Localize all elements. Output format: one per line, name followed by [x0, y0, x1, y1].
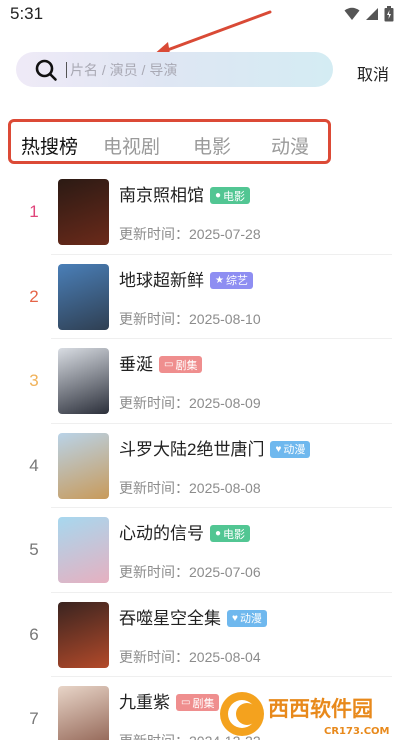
list-item[interactable]: 2 地球超新鲜 ★ 综艺 更新时间：2025-08-10: [0, 255, 416, 339]
status-icons: [344, 6, 394, 22]
list-item[interactable]: 3 垂涎 ▭ 剧集 更新时间：2025-08-09: [0, 339, 416, 424]
rank-number: 5: [29, 540, 39, 559]
category-icon: ♥: [275, 443, 282, 455]
category-badge: ♥ 动漫: [270, 440, 311, 458]
category-icon: ●: [215, 190, 222, 201]
rank-number: 1: [29, 202, 39, 221]
rank-number: 4: [29, 455, 39, 475]
rank-number: 6: [29, 624, 39, 644]
rank-number: 3: [29, 371, 39, 390]
item-title: 心动的信号 ● 电影: [119, 519, 251, 544]
battery-icon: [384, 6, 394, 22]
poster-thumbnail[interactable]: [58, 601, 109, 668]
status-time: 5:31: [10, 4, 44, 23]
list-item[interactable]: 6 吞噬星空全集 ♥ 动漫 更新时间：2025-08-04: [0, 593, 416, 677]
category-badge: ● 电影: [210, 187, 251, 204]
update-time: 更新时间：2025-07-28: [119, 226, 261, 242]
category-badge: ▭ 剧集: [159, 356, 203, 373]
category-badge: ▭ 剧集: [176, 694, 220, 711]
category-icon: ▭: [164, 359, 174, 370]
watermark-brand: 西西软件园: [268, 697, 373, 721]
poster-thumbnail[interactable]: [58, 432, 109, 499]
poster-thumbnail[interactable]: [58, 517, 109, 583]
rank-number: 7: [29, 709, 39, 728]
tab-tv-series[interactable]: 电视剧: [103, 132, 160, 159]
watermark-logo: 西西软件园 CR173.COM: [220, 692, 390, 737]
list-item[interactable]: 4 斗罗大陆2绝世唐门 ♥ 动漫 更新时间：2025-08-08: [0, 424, 416, 508]
list-item[interactable]: 1 南京照相馆 ● 电影 更新时间：2025-07-28: [0, 170, 416, 255]
watermark-url: CR173.COM: [324, 726, 390, 737]
update-time: 更新时间：2025-08-04: [119, 648, 261, 665]
category-icon: ▭: [181, 697, 191, 708]
list-item[interactable]: 5 心动的信号 ● 电影 更新时间：2025-07-06: [0, 508, 416, 593]
wifi-icon: [344, 7, 360, 20]
update-time: 更新时间：2025-07-06: [119, 564, 261, 580]
search-input[interactable]: [66, 61, 296, 78]
category-badge: ♥ 动漫: [227, 609, 267, 627]
category-icon: ●: [215, 528, 222, 539]
rank-number: 2: [29, 286, 39, 306]
item-title: 垂涎 ▭ 剧集: [119, 350, 203, 375]
poster-thumbnail[interactable]: [58, 179, 109, 245]
item-title: 九重紫 ▭ 剧集: [119, 688, 220, 713]
tab-anime[interactable]: 动漫: [271, 132, 309, 159]
item-title: 吞噬星空全集 ♥ 动漫: [119, 604, 267, 629]
category-icon: ♥: [232, 612, 238, 624]
search-bar[interactable]: [16, 52, 333, 87]
item-title: 地球超新鲜 ★ 综艺: [119, 266, 253, 291]
category-badge: ● 电影: [210, 525, 251, 542]
update-time: 更新时间：2025-08-08: [119, 479, 261, 496]
update-time: 更新时间：2025-08-09: [119, 395, 261, 411]
category-icon: ★: [215, 274, 224, 286]
update-time: 更新时间：2025-08-10: [119, 310, 261, 327]
item-title: 斗罗大陆2绝世唐门 ♥ 动漫: [119, 435, 311, 460]
poster-thumbnail[interactable]: [58, 263, 109, 330]
item-title: 南京照相馆 ● 电影: [119, 181, 251, 206]
tab-movie[interactable]: 电影: [193, 132, 231, 159]
signal-icon: [366, 8, 378, 20]
poster-thumbnail[interactable]: [58, 686, 109, 740]
tab-bar: 热搜榜 电视剧 电影 动漫: [8, 119, 331, 164]
tab-hot-search[interactable]: 热搜榜: [21, 132, 78, 159]
search-icon[interactable]: [34, 58, 58, 82]
poster-thumbnail[interactable]: [58, 348, 109, 414]
cancel-button[interactable]: 取消: [357, 61, 389, 85]
category-badge: ★ 综艺: [210, 271, 253, 289]
